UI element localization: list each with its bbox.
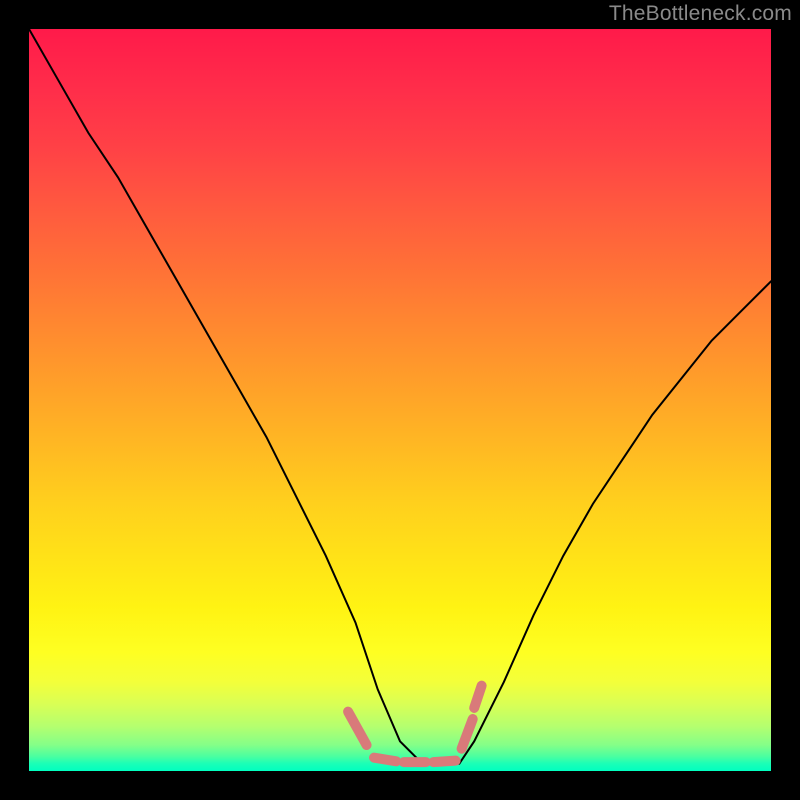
chart-plot-area (29, 29, 771, 771)
marker-dash (374, 758, 396, 762)
marker-dash (433, 761, 455, 762)
bottleneck-curve (29, 29, 771, 764)
marker-dash (474, 686, 481, 708)
watermark-text: TheBottleneck.com (609, 2, 792, 26)
marker-dash (348, 712, 367, 745)
bottom-marker-dashes (348, 686, 482, 762)
chart-svg (29, 29, 771, 771)
chart-frame: TheBottleneck.com (0, 0, 800, 800)
